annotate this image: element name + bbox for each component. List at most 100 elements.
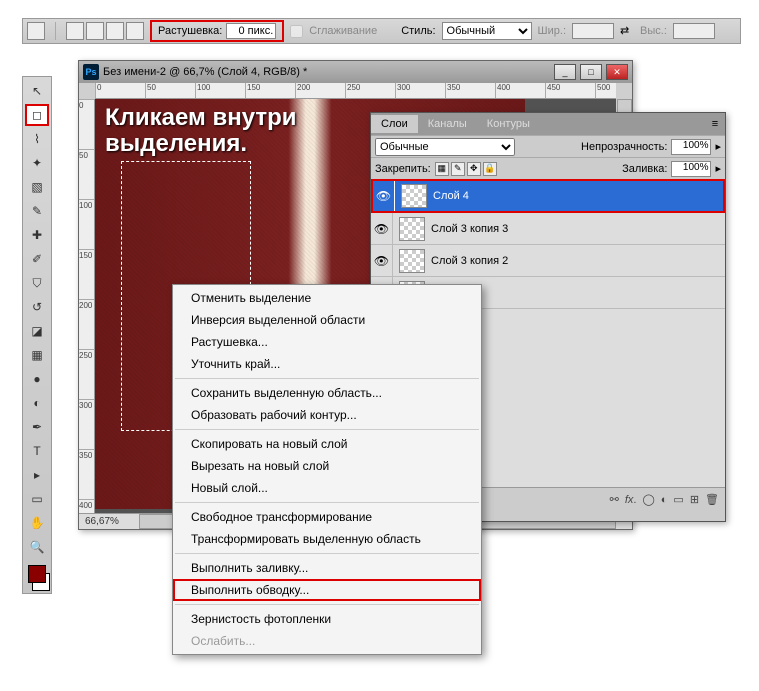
chevron-down-icon[interactable]: ▸: [715, 140, 721, 153]
lock-all-icon[interactable]: 🔒: [483, 162, 497, 176]
layer-row[interactable]: 👁 Слой 4: [371, 179, 725, 213]
feather-label: Растушевка:: [158, 25, 222, 37]
ruler-tick: 250: [345, 83, 395, 98]
add-selection-icon[interactable]: [86, 22, 104, 40]
ruler-tick: 150: [79, 249, 94, 299]
menu-item[interactable]: Выполнить заливку...: [173, 557, 481, 579]
eyedropper-tool[interactable]: ✎: [25, 200, 49, 222]
menu-item[interactable]: Зернистость фотопленки: [173, 608, 481, 630]
layer-thumbnail[interactable]: [399, 249, 425, 273]
lasso-tool[interactable]: ⌇: [25, 128, 49, 150]
tab-layers[interactable]: Слои: [371, 115, 418, 133]
delete-icon[interactable]: 🗑: [705, 493, 719, 506]
width-label: Шир.:: [538, 25, 566, 37]
menu-item[interactable]: Отменить выделение: [173, 287, 481, 309]
menu-item[interactable]: Свободное трансформирование: [173, 506, 481, 528]
blend-mode-select[interactable]: Обычные: [375, 138, 515, 156]
tab-channels[interactable]: Каналы: [418, 115, 477, 133]
new-layer-icon[interactable]: ⊞: [690, 493, 699, 506]
layer-thumbnail[interactable]: [399, 217, 425, 241]
subtract-selection-icon[interactable]: [106, 22, 124, 40]
visibility-icon[interactable]: 👁: [371, 245, 393, 276]
eraser-tool[interactable]: ◪: [25, 320, 49, 342]
minimize-button[interactable]: _: [554, 64, 576, 80]
gradient-tool[interactable]: ▦: [25, 344, 49, 366]
menu-item[interactable]: Трансформировать выделенную область: [173, 528, 481, 550]
path-tool[interactable]: ▸: [25, 464, 49, 486]
menu-item[interactable]: Инверсия выделенной области: [173, 309, 481, 331]
ruler-tick: 400: [79, 499, 94, 513]
context-menu: Отменить выделениеИнверсия выделенной об…: [172, 284, 482, 655]
group-icon[interactable]: ▭: [673, 493, 683, 506]
layer-name[interactable]: Слой 4: [433, 190, 717, 202]
adjustment-icon[interactable]: ◐: [661, 494, 668, 506]
wand-tool[interactable]: ✦: [25, 152, 49, 174]
layer-row[interactable]: 👁 Слой 3 копия 2: [371, 245, 725, 277]
menu-item[interactable]: Образовать рабочий контур...: [173, 404, 481, 426]
type-tool[interactable]: T: [25, 440, 49, 462]
document-title: Без имени-2 @ 66,7% (Слой 4, RGB/8) *: [103, 66, 550, 78]
color-swatches[interactable]: [24, 565, 50, 591]
move-tool[interactable]: ↖: [25, 80, 49, 102]
ruler-tick: 200: [79, 299, 94, 349]
opacity-label: Непрозрачность:: [581, 141, 667, 153]
crop-tool[interactable]: ▧: [25, 176, 49, 198]
link-layers-icon[interactable]: ⚯: [610, 493, 619, 506]
brush-tool[interactable]: ✐: [25, 248, 49, 270]
close-button[interactable]: ✕: [606, 64, 628, 80]
menu-item: Ослабить...: [173, 630, 481, 652]
menu-item[interactable]: Новый слой...: [173, 477, 481, 499]
fx-icon[interactable]: fx.: [625, 494, 637, 506]
ruler-tick: 450: [545, 83, 595, 98]
layer-thumbnail[interactable]: [401, 184, 427, 208]
zoom-tool[interactable]: 🔍: [25, 536, 49, 558]
visibility-icon[interactable]: 👁: [373, 181, 395, 211]
lock-position-icon[interactable]: ✥: [467, 162, 481, 176]
menu-item[interactable]: Сохранить выделенную область...: [173, 382, 481, 404]
options-toolbar: Растушевка: Сглаживание Стиль: Обычный Ш…: [22, 18, 741, 44]
dodge-tool[interactable]: ◐: [25, 392, 49, 414]
tab-paths[interactable]: Контуры: [477, 115, 540, 133]
menu-item[interactable]: Растушевка...: [173, 331, 481, 353]
new-selection-icon[interactable]: [66, 22, 84, 40]
fill-value[interactable]: 100%: [671, 161, 711, 177]
pen-tool[interactable]: ✒: [25, 416, 49, 438]
lock-image-icon[interactable]: ✎: [451, 162, 465, 176]
ruler-vertical: 050100150200250300350400450500550600: [79, 99, 95, 513]
panel-tabs: Слои Каналы Контуры ≡: [371, 113, 725, 135]
feather-input[interactable]: [226, 23, 276, 39]
menu-separator: [175, 553, 479, 554]
selection-mode-group: [66, 22, 144, 40]
healing-tool[interactable]: ✚: [25, 224, 49, 246]
document-titlebar[interactable]: Ps Без имени-2 @ 66,7% (Слой 4, RGB/8) *…: [79, 61, 632, 83]
lock-transparency-icon[interactable]: ▦: [435, 162, 449, 176]
ruler-tick: 50: [145, 83, 195, 98]
layer-name[interactable]: Слой 3 копия 2: [431, 255, 719, 267]
marquee-tool-icon[interactable]: [27, 22, 45, 40]
menu-item[interactable]: Скопировать на новый слой: [173, 433, 481, 455]
foreground-swatch[interactable]: [28, 565, 46, 583]
menu-item[interactable]: Вырезать на новый слой: [173, 455, 481, 477]
opacity-value[interactable]: 100%: [671, 139, 711, 155]
layer-name[interactable]: Слой 3 копия 3: [431, 223, 719, 235]
panel-menu-icon[interactable]: ≡: [705, 118, 725, 130]
history-brush-tool[interactable]: ↺: [25, 296, 49, 318]
menu-separator: [175, 429, 479, 430]
menu-item[interactable]: Выполнить обводку...: [173, 579, 481, 601]
chevron-down-icon[interactable]: ▸: [715, 162, 721, 175]
ruler-tick: 300: [79, 399, 94, 449]
intersect-selection-icon[interactable]: [126, 22, 144, 40]
blur-tool[interactable]: ●: [25, 368, 49, 390]
mask-icon[interactable]: ◯: [642, 493, 654, 506]
maximize-button[interactable]: □: [580, 64, 602, 80]
height-label: Выс.:: [640, 25, 667, 37]
layer-row[interactable]: 👁 Слой 3 копия 3: [371, 213, 725, 245]
shape-tool[interactable]: ▭: [25, 488, 49, 510]
stamp-tool[interactable]: ⛉: [25, 272, 49, 294]
style-select[interactable]: Обычный: [442, 22, 532, 40]
visibility-icon[interactable]: 👁: [371, 213, 393, 244]
hand-tool[interactable]: ✋: [25, 512, 49, 534]
zoom-level[interactable]: 66,67%: [85, 516, 119, 527]
marquee-tool[interactable]: ◻: [25, 104, 49, 126]
menu-item[interactable]: Уточнить край...: [173, 353, 481, 375]
